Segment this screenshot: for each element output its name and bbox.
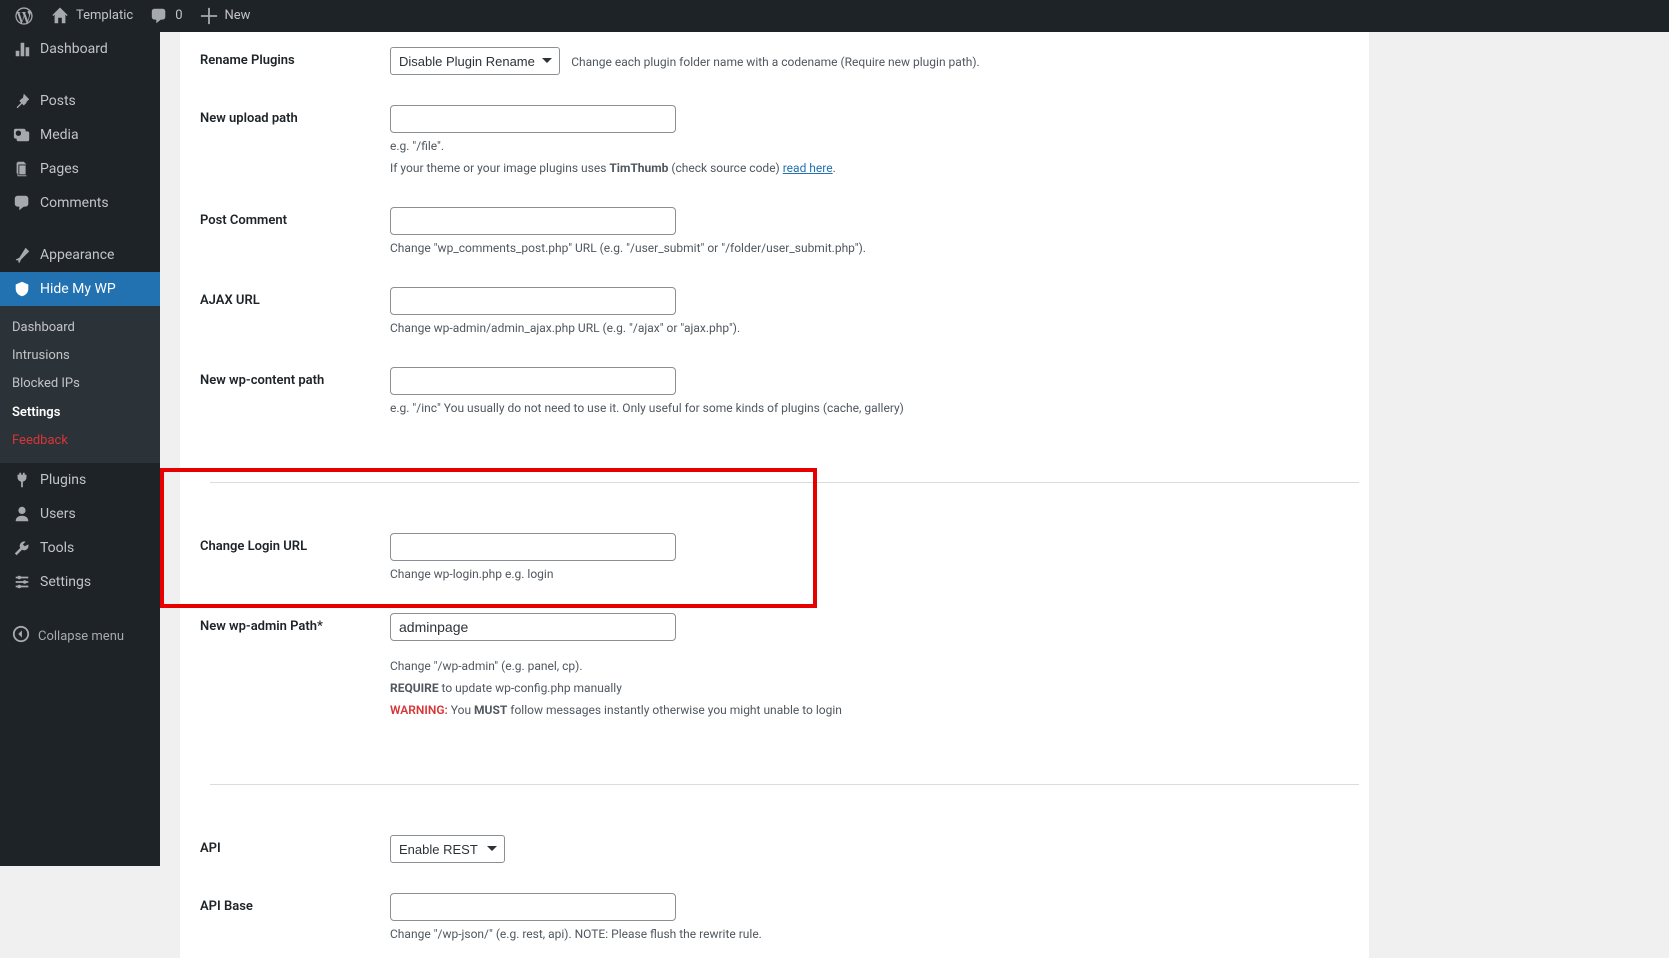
menu-pages[interactable]: Pages	[0, 152, 160, 186]
brush-icon	[12, 245, 32, 265]
media-icon	[12, 125, 32, 145]
dashboard-icon	[12, 39, 32, 59]
new-content-label: New	[225, 7, 251, 25]
post-comment-input[interactable]	[390, 207, 676, 235]
menu-comments[interactable]: Comments	[0, 186, 160, 220]
plug-icon	[12, 470, 32, 490]
site-name-label: Templatic	[76, 7, 133, 25]
wp-adminbar: Templatic 0 New	[0, 0, 1669, 32]
submenu-dashboard[interactable]: Dashboard	[0, 314, 160, 342]
collapse-menu-button[interactable]: Collapse menu	[0, 617, 160, 657]
menu-tools-label: Tools	[40, 539, 74, 557]
wrench-icon	[12, 538, 32, 558]
submenu-feedback[interactable]: Feedback	[0, 427, 160, 455]
menu-hidemywp-label: Hide My WP	[40, 280, 116, 298]
home-icon	[50, 6, 70, 26]
admin-sidebar: Dashboard Posts Media Pages Comments App…	[0, 32, 160, 866]
pin-icon	[12, 91, 32, 111]
rename-plugins-select[interactable]: Disable Plugin Rename	[390, 47, 560, 75]
upload-path-label: New upload path	[200, 90, 380, 192]
menu-posts-label: Posts	[40, 92, 76, 110]
collapse-menu-label: Collapse menu	[38, 628, 124, 646]
menu-pages-label: Pages	[40, 160, 79, 178]
post-comment-help: Change "wp_comments_post.php" URL (e.g. …	[390, 239, 1359, 257]
menu-hidemywp[interactable]: Hide My WP	[0, 272, 160, 306]
upload-path-input[interactable]	[390, 105, 676, 133]
menu-users-label: Users	[40, 505, 76, 523]
plus-icon	[199, 6, 219, 26]
ajax-url-label: AJAX URL	[200, 272, 380, 352]
pages-icon	[12, 159, 32, 179]
api-select[interactable]: Enable REST API	[390, 835, 505, 863]
wpcontent-path-help: e.g. "/inc" You usually do not need to u…	[390, 399, 1359, 417]
menu-comments-label: Comments	[40, 194, 109, 212]
ajax-url-input[interactable]	[390, 287, 676, 315]
submenu-intrusions[interactable]: Intrusions	[0, 342, 160, 370]
admin-comments-icon	[12, 193, 32, 213]
wordpress-logo-icon	[14, 6, 34, 26]
comments-icon	[149, 6, 169, 26]
wpadmin-help3: WARNING: You MUST follow messages instan…	[390, 701, 1359, 719]
timthumb-readhere-link[interactable]: read here	[783, 161, 833, 175]
rename-plugins-label: Rename Plugins	[200, 32, 380, 90]
wpadmin-help2: REQUIRE to update wp-config.php manually	[390, 679, 1359, 697]
new-content-link[interactable]: New	[191, 0, 259, 32]
wpcontent-path-label: New wp-content path	[200, 352, 380, 432]
menu-plugins[interactable]: Plugins	[0, 463, 160, 497]
wpcontent-path-input[interactable]	[390, 367, 676, 395]
menu-dashboard-label: Dashboard	[40, 40, 108, 58]
api-base-label: API Base	[200, 878, 380, 958]
api-base-input[interactable]	[390, 893, 676, 921]
collapse-icon	[12, 625, 30, 649]
menu-settings[interactable]: Settings	[0, 565, 160, 599]
submenu-settings[interactable]: Settings	[0, 399, 160, 427]
annotation-highlight-box	[160, 468, 817, 608]
menu-settings-label: Settings	[40, 573, 91, 591]
menu-dashboard[interactable]: Dashboard	[0, 32, 160, 66]
ajax-url-help: Change wp-admin/admin_ajax.php URL (e.g.…	[390, 319, 1359, 337]
comments-count: 0	[175, 7, 182, 25]
menu-media-label: Media	[40, 126, 79, 144]
menu-posts[interactable]: Posts	[0, 84, 160, 118]
comments-link[interactable]: 0	[141, 0, 190, 32]
menu-media[interactable]: Media	[0, 118, 160, 152]
upload-path-help1: e.g. "/file".	[390, 137, 1359, 155]
wp-logo-menu[interactable]	[6, 0, 42, 32]
api-base-help: Change "/wp-json/" (e.g. rest, api). NOT…	[390, 925, 1359, 943]
wpadmin-path-label: New wp-admin Path*	[200, 598, 380, 734]
shield-icon	[12, 279, 32, 299]
submenu-blocked-ips[interactable]: Blocked IPs	[0, 370, 160, 398]
user-icon	[12, 504, 32, 524]
site-name-link[interactable]: Templatic	[42, 0, 141, 32]
menu-appearance-label: Appearance	[40, 246, 114, 264]
wpadmin-help1: Change "/wp-admin" (e.g. panel, cp).	[390, 657, 1359, 675]
api-label: API	[200, 820, 380, 878]
divider	[210, 784, 1359, 785]
sliders-icon	[12, 572, 32, 592]
menu-plugins-label: Plugins	[40, 471, 86, 489]
post-comment-label: Post Comment	[200, 192, 380, 272]
right-gutter	[1389, 32, 1669, 866]
menu-appearance[interactable]: Appearance	[0, 238, 160, 272]
upload-path-help2: If your theme or your image plugins uses…	[390, 159, 1359, 177]
menu-tools[interactable]: Tools	[0, 531, 160, 565]
wpadmin-path-input[interactable]	[390, 613, 676, 641]
rename-plugins-help: Change each plugin folder name with a co…	[571, 55, 979, 69]
menu-users[interactable]: Users	[0, 497, 160, 531]
